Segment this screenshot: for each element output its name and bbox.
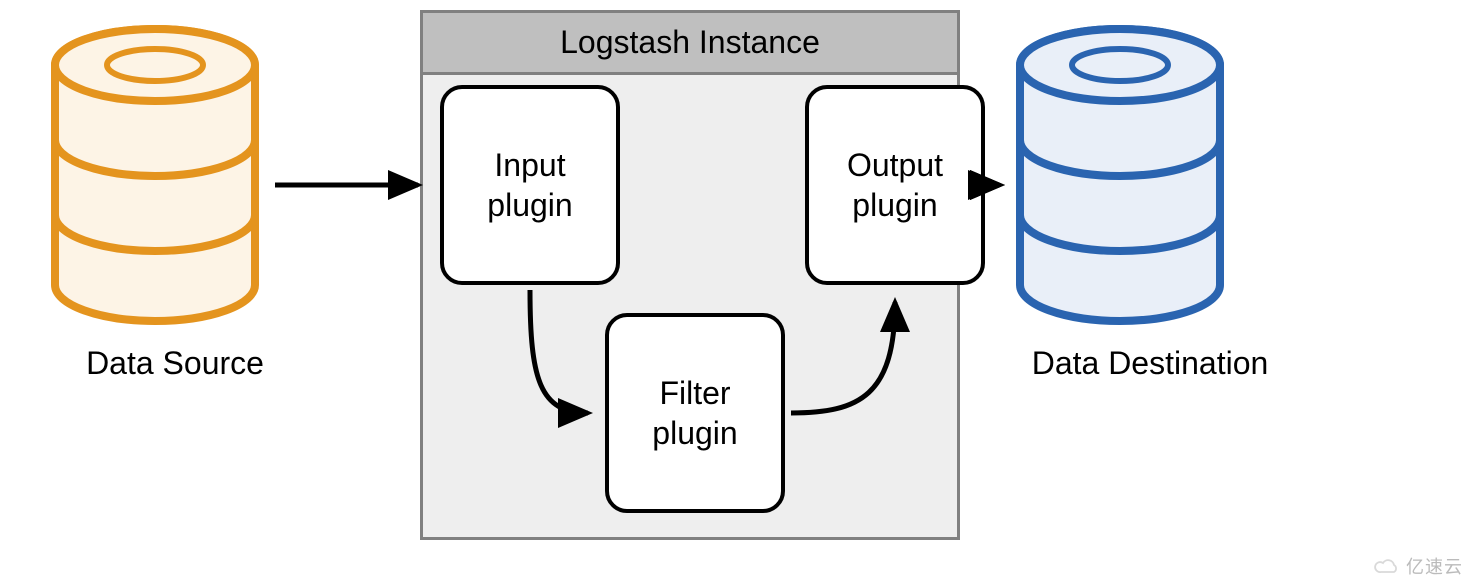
- diagram-canvas: Data Source Data Destination Logstash In…: [0, 0, 1473, 585]
- filter-plugin-label-2: plugin: [652, 413, 737, 453]
- cloud-icon: [1374, 557, 1400, 575]
- database-icon: [1005, 20, 1235, 330]
- data-destination-label: Data Destination: [1000, 345, 1300, 382]
- watermark: 亿速云: [1374, 553, 1463, 579]
- input-plugin-label-1: Input: [494, 145, 565, 185]
- input-plugin-label-2: plugin: [487, 185, 572, 225]
- output-plugin-box: Output plugin: [805, 85, 985, 285]
- filter-plugin-label-1: Filter: [659, 373, 730, 413]
- database-icon: [40, 20, 270, 330]
- filter-plugin-box: Filter plugin: [605, 313, 785, 513]
- watermark-text: 亿速云: [1406, 553, 1463, 579]
- output-plugin-label-2: plugin: [852, 185, 937, 225]
- instance-title: Logstash Instance: [423, 13, 957, 75]
- data-source-label: Data Source: [60, 345, 290, 382]
- data-destination-cylinder: [1005, 20, 1235, 335]
- output-plugin-label-1: Output: [847, 145, 943, 185]
- data-source-cylinder: [40, 20, 270, 335]
- input-plugin-box: Input plugin: [440, 85, 620, 285]
